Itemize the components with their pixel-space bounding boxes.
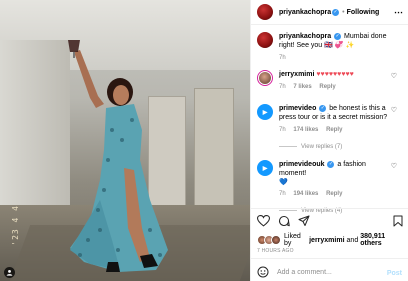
comment-emoji: 💙 bbox=[279, 179, 288, 186]
post-header: priyankachopra ✓ • Following ⋯ bbox=[257, 4, 403, 20]
emoji-icon[interactable] bbox=[257, 266, 269, 278]
comment: jerryxmimi ♥♥♥♥♥♥♥♥♥ 7h 7 likes Reply ♡ bbox=[257, 70, 403, 92]
liked-by-and: and bbox=[346, 236, 359, 244]
comment-likes[interactable]: 174 likes bbox=[293, 127, 318, 133]
avatar[interactable]: ▶ bbox=[257, 104, 273, 120]
comment-time: 7h bbox=[279, 84, 286, 90]
photo-subject bbox=[68, 40, 168, 272]
post-button[interactable]: Post bbox=[387, 270, 402, 277]
comment-username[interactable]: primevideouk bbox=[279, 161, 325, 168]
liked-by-user[interactable]: jerryxmimi bbox=[309, 237, 344, 244]
bookmark-icon[interactable] bbox=[393, 215, 403, 227]
comment-username[interactable]: primevideo bbox=[279, 105, 316, 112]
following-button[interactable]: Following bbox=[347, 9, 380, 16]
more-options-icon[interactable]: ⋯ bbox=[394, 7, 403, 18]
caption: priyankachopra ✓ Mumbai done right! See … bbox=[257, 32, 403, 63]
avatar[interactable] bbox=[257, 32, 273, 48]
verified-icon: ✓ bbox=[327, 160, 335, 168]
comment-time: 7h bbox=[279, 127, 286, 133]
divider bbox=[279, 145, 297, 147]
caption-emojis: 🇬🇧 💞 ✨ bbox=[324, 42, 355, 49]
reply-button[interactable]: Reply bbox=[326, 191, 342, 197]
comment-input[interactable]: Add a comment... bbox=[277, 269, 332, 276]
liked-by-count[interactable]: 380,911 others bbox=[360, 233, 403, 247]
separator: • bbox=[342, 8, 345, 16]
view-replies-button[interactable]: View replies (7) bbox=[279, 143, 391, 152]
comment-text: ♥♥♥♥♥♥♥♥♥ bbox=[316, 71, 354, 78]
divider bbox=[251, 208, 408, 209]
verified-icon: ✓ bbox=[332, 8, 340, 16]
photo-datestamp: '23 4 4 bbox=[11, 205, 20, 246]
post-timestamp: 7 HOURS AGO bbox=[257, 248, 294, 254]
like-comment-icon[interactable]: ♡ bbox=[391, 72, 397, 80]
view-replies-label: View replies (7) bbox=[301, 144, 343, 150]
avatar[interactable] bbox=[257, 70, 273, 86]
comment-likes[interactable]: 7 likes bbox=[293, 84, 311, 90]
liked-by-prefix: Liked by bbox=[284, 233, 301, 247]
avatar[interactable] bbox=[271, 235, 281, 245]
post-photo[interactable]: '23 4 4 bbox=[0, 0, 250, 281]
likes-summary: Liked by jerryxmimi and 380,911 others bbox=[257, 233, 403, 247]
comment-likes[interactable]: 194 likes bbox=[293, 191, 318, 197]
reply-button[interactable]: Reply bbox=[326, 127, 342, 133]
header-username[interactable]: priyankachopra bbox=[279, 9, 331, 16]
verified-icon: ✓ bbox=[334, 32, 342, 40]
comment: ▶ primevideo ✓ be honest is this a press… bbox=[257, 104, 403, 152]
avatar[interactable] bbox=[257, 4, 273, 20]
liker-avatars bbox=[257, 235, 281, 245]
post-details-panel: priyankachopra ✓ • Following ⋯ priyankac… bbox=[250, 0, 408, 281]
reply-button[interactable]: Reply bbox=[319, 84, 335, 90]
comment-time: 7h bbox=[279, 191, 286, 197]
verified-icon: ✓ bbox=[319, 104, 327, 112]
tagged-user-icon[interactable] bbox=[4, 267, 15, 278]
share-icon[interactable] bbox=[298, 215, 310, 227]
like-icon[interactable] bbox=[257, 215, 270, 227]
comment-composer: Add a comment... bbox=[257, 265, 403, 279]
divider bbox=[251, 258, 408, 259]
caption-username[interactable]: priyankachopra bbox=[279, 33, 331, 40]
like-comment-icon[interactable]: ♡ bbox=[391, 106, 397, 114]
avatar[interactable]: ▶ bbox=[257, 160, 273, 176]
like-comment-icon[interactable]: ♡ bbox=[391, 162, 397, 170]
comment-username[interactable]: jerryxmimi bbox=[279, 71, 314, 78]
divider bbox=[279, 209, 297, 211]
divider bbox=[251, 24, 408, 25]
caption-time: 7h bbox=[279, 55, 286, 61]
comment-icon[interactable] bbox=[278, 215, 290, 227]
action-bar bbox=[257, 213, 403, 229]
